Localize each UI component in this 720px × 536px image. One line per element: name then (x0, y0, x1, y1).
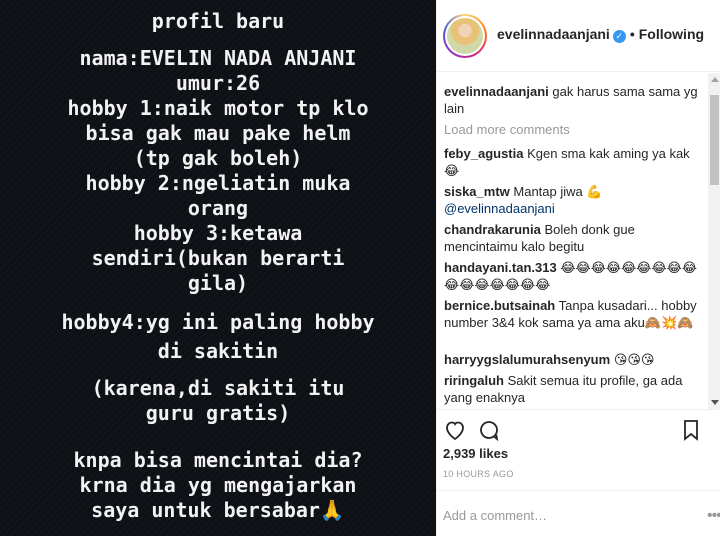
comment-username[interactable]: feby_agustia (444, 146, 523, 161)
story-line: umur:26 (175, 71, 261, 95)
story-line: profil baru (151, 9, 285, 33)
post-header: evelinnadaanjani ✓ • Following (437, 0, 720, 72)
story-line: nama:EVELIN NADA ANJANI (79, 46, 357, 70)
comment-username[interactable]: chandrakarunia (444, 222, 541, 237)
likes-count[interactable]: 2,939 likes (443, 446, 508, 461)
story-line: hobby 1:naik motor tp klo (67, 96, 369, 120)
more-options-icon[interactable]: ••• (707, 507, 720, 525)
comment-text: Mantap jiwa 💪 (513, 184, 603, 199)
story-line: (karena,di sakiti itu (91, 376, 345, 400)
scroll-down-arrow-icon[interactable] (711, 400, 719, 405)
following-button[interactable]: Following (639, 26, 704, 42)
story-line: hobby4:yg ini paling hobby (61, 310, 375, 334)
comment-username[interactable]: bernice.butsainah (444, 298, 555, 313)
scrollbar-thumb[interactable] (710, 95, 719, 185)
story-line: hobby 2:ngeliatin muka (85, 171, 351, 195)
comment-item: harryygslalumurahsenyum 😘😘😘 (444, 351, 700, 368)
comment-mention-link[interactable]: @evelinnadaanjani (444, 201, 555, 216)
comment-username[interactable]: riringaluh (444, 373, 504, 388)
comment-item: bernice.butsainah Tanpa kusadari... hobb… (444, 297, 700, 331)
post-side-panel: evelinnadaanjani ✓ • Following evelinnadaan… (436, 0, 720, 536)
comment-list[interactable]: evelinnadaanjani gak harus sama sama yg … (437, 73, 707, 409)
story-line: bisa gak mau pake helm (85, 121, 351, 145)
story-line: gila) (187, 271, 249, 295)
comment-username[interactable]: harryygslalumurahsenyum (444, 352, 610, 367)
verified-badge-icon: ✓ (612, 30, 626, 43)
bookmark-icon[interactable] (679, 418, 705, 444)
comment-item: evelinnadaanjani gak harus sama sama yg … (444, 83, 700, 117)
add-comment-bar: ••• (437, 490, 720, 536)
comment-emoji: 😂 (444, 163, 460, 178)
story-line: saya untuk bersabar🙏 (91, 498, 345, 522)
comment-item: siska_mtw Mantap jiwa 💪 @evelinnadaanjan… (444, 183, 700, 217)
post-actions (437, 409, 720, 449)
avatar[interactable] (443, 14, 487, 58)
story-line: hobby 3:ketawa (133, 221, 303, 245)
heart-icon[interactable] (443, 418, 469, 444)
comments-scrollbar[interactable] (708, 73, 720, 409)
comment-item: feby_agustia Kgen sma kak aming ya kak 😂 (444, 145, 700, 179)
post-author: evelinnadaanjani ✓ • Following (497, 26, 704, 43)
story-line: knpa bisa mencintai dia? (73, 448, 363, 472)
comment-item: handayani.tan.313 😂😂😂😂😂😂😂😂😂😂😂😂😂😂😂😂 (444, 259, 700, 293)
scroll-up-arrow-icon[interactable] (711, 77, 719, 82)
comment-username[interactable]: handayani.tan.313 (444, 260, 557, 275)
comment-text: Kgen sma kak aming ya kak (527, 146, 690, 161)
comment-icon[interactable] (477, 418, 503, 444)
story-line: di sakitin (157, 339, 279, 363)
post-timestamp[interactable]: 10 HOURS AGO (443, 469, 514, 479)
add-comment-input[interactable] (443, 505, 683, 525)
username-link[interactable]: evelinnadaanjani (497, 26, 610, 42)
comment-text: 😘😘😘 (613, 352, 655, 367)
story-line: (tp gak boleh) (133, 146, 303, 170)
comment-item: chandrakarunia Boleh donk gue mencintaim… (444, 221, 700, 255)
instagram-post: profil baru nama:EVELIN NADA ANJANI umur… (0, 0, 720, 536)
post-image-text: profil baru nama:EVELIN NADA ANJANI umur… (0, 0, 436, 536)
load-more-comments-button[interactable]: Load more comments (444, 122, 570, 137)
post-image[interactable]: profil baru nama:EVELIN NADA ANJANI umur… (0, 0, 436, 536)
story-line: orang (187, 196, 249, 220)
header-separator: • (629, 26, 635, 42)
story-line: krna dia yg mengajarkan (79, 473, 357, 497)
comment-username[interactable]: siska_mtw (444, 184, 510, 199)
comment-item: riringaluh Sakit semua itu profile, ga a… (444, 372, 700, 406)
story-line: sendiri(bukan berarti (91, 246, 345, 270)
comment-username[interactable]: evelinnadaanjani (444, 84, 549, 99)
story-line: guru gratis) (145, 401, 291, 425)
